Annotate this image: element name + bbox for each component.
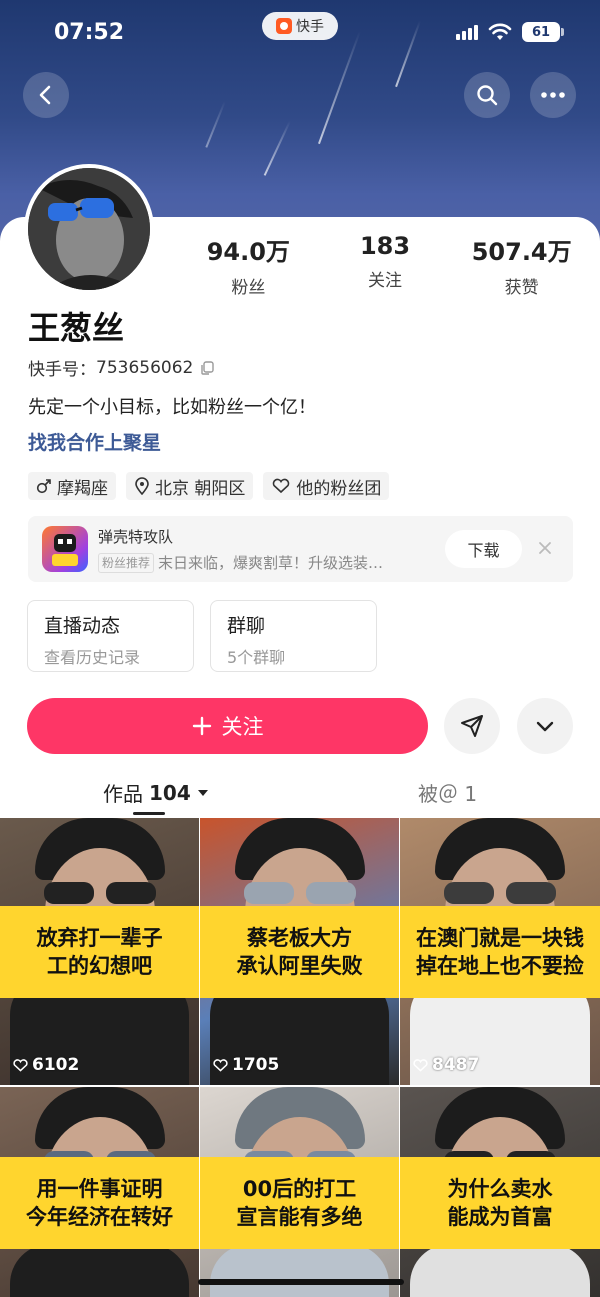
entry-title: 直播动态: [44, 615, 121, 637]
search-button[interactable]: [464, 72, 510, 118]
stat-followers[interactable]: 94.0万 粉丝: [180, 232, 317, 298]
copy-icon[interactable]: [199, 360, 215, 376]
location-icon: [135, 477, 149, 495]
search-icon: [477, 85, 498, 106]
kuaishou-id-label: 快手号：: [28, 360, 96, 380]
entry-subtitle: 5个群聊: [227, 648, 286, 667]
chevron-left-icon: [39, 85, 51, 105]
video-caption: 用一件事证明 今年经济在转好: [0, 1157, 199, 1249]
send-icon: [461, 715, 483, 737]
chevron-down-icon: [536, 721, 554, 732]
stat-label: 粉丝: [231, 278, 266, 298]
video-thumbnail[interactable]: 放弃打一辈子 工的幻想吧 6102: [0, 818, 199, 1085]
tag-location[interactable]: 北京 朝阳区: [126, 472, 254, 500]
profile-stats: 94.0万 粉丝 183 关注 507.4万 获赞: [180, 232, 590, 298]
profile-name: 王葱丝: [28, 309, 125, 347]
ad-description-row: 粉丝推荐 末日来临，爆爽割草！升级选装…: [98, 552, 383, 573]
tab-active-indicator: [133, 812, 165, 815]
video-thumbnail[interactable]: 在澳门就是一块钱 掉在地上也不要捡 8487: [400, 818, 600, 1085]
message-button[interactable]: [444, 698, 500, 754]
tab-works[interactable]: 作品 104: [103, 778, 209, 807]
status-time: 07:52: [54, 20, 125, 45]
heart-icon: [273, 478, 290, 494]
tag-label: 摩羯座: [57, 478, 108, 499]
tag-fan-club[interactable]: 他的粉丝团: [263, 472, 390, 500]
video-grid: 放弃打一辈子 工的幻想吧 6102 蔡老板大方 承认阿里失败 1705 在澳门就…: [0, 818, 600, 1297]
profile-bio: 先定一个小目标，比如粉丝一个亿！: [28, 397, 316, 418]
ad-download-button[interactable]: 下载: [445, 530, 522, 568]
tag-label: 他的粉丝团: [296, 478, 382, 499]
stat-label: 关注: [368, 271, 402, 291]
video-likes: 8487: [412, 1055, 479, 1075]
video-caption: 蔡老板大方 承认阿里失败: [200, 906, 399, 998]
tag-label: 北京 朝阳区: [155, 478, 246, 499]
back-button[interactable]: [23, 72, 69, 118]
heart-icon: [413, 1058, 428, 1072]
video-thumbnail[interactable]: 蔡老板大方 承认阿里失败 1705: [200, 818, 399, 1085]
entry-title: 群聊: [227, 615, 266, 637]
game-icon: [42, 526, 88, 572]
battery-icon: 61: [522, 22, 564, 42]
stat-label: 获赞: [504, 278, 539, 298]
male-icon: [36, 479, 51, 494]
tab-count: 104: [149, 780, 191, 805]
close-icon[interactable]: [535, 538, 555, 558]
kuaishou-id-value: 753656062: [96, 357, 194, 378]
tab-label: 作品: [103, 782, 143, 806]
profile-tags: 摩羯座 北京 朝阳区 他的粉丝团: [28, 472, 390, 500]
stat-value: 183: [359, 232, 411, 260]
app-name: 快手: [296, 19, 324, 35]
video-thumbnail[interactable]: 00后的打工 宣言能有多绝: [200, 1087, 399, 1297]
stat-likes[interactable]: 507.4万 获赞: [453, 232, 590, 298]
content-tabs: 作品 104 被＠ 1: [0, 774, 600, 816]
avatar[interactable]: [24, 164, 154, 294]
expand-button[interactable]: [517, 698, 573, 754]
group-chat-entry[interactable]: 群聊 5个群聊: [210, 600, 377, 672]
tag-zodiac[interactable]: 摩羯座: [28, 472, 116, 500]
cooperation-link[interactable]: 找我合作上聚星: [28, 428, 161, 455]
likes-count: 6102: [32, 1055, 80, 1075]
more-button[interactable]: [530, 72, 576, 118]
home-indicator[interactable]: [198, 1279, 404, 1285]
video-thumbnail[interactable]: 用一件事证明 今年经济在转好: [0, 1087, 199, 1297]
video-likes: 1705: [212, 1055, 279, 1075]
ad-badge: 粉丝推荐: [98, 552, 155, 573]
follow-button[interactable]: 关注: [27, 698, 428, 754]
ad-description: 末日来临，爆爽割草！升级选装…: [158, 554, 384, 572]
plus-icon: [192, 716, 211, 736]
kuaishou-id: 快手号： 753656062: [28, 355, 215, 380]
video-caption: 在澳门就是一块钱 掉在地上也不要捡: [400, 906, 600, 998]
likes-count: 1705: [232, 1055, 280, 1075]
caret-down-icon: [197, 789, 208, 796]
video-likes: 6102: [12, 1055, 79, 1075]
signal-icon: [456, 24, 478, 40]
stat-value: 507.4万: [471, 238, 572, 266]
kuaishou-logo-icon: [276, 18, 292, 34]
tab-mentioned[interactable]: 被＠ 1: [418, 778, 477, 807]
status-bar: 07:52 快手 61: [0, 0, 600, 64]
heart-icon: [13, 1058, 28, 1072]
avatar-image: [28, 168, 150, 290]
video-caption: 00后的打工 宣言能有多绝: [200, 1157, 399, 1249]
video-thumbnail[interactable]: 为什么卖水 能成为首富: [400, 1087, 600, 1297]
follow-label: 关注: [221, 715, 264, 739]
ad-title: 弹壳特攻队: [98, 528, 174, 546]
video-caption: 放弃打一辈子 工的幻想吧: [0, 906, 199, 998]
likes-count: 8487: [432, 1055, 480, 1075]
stat-value: 94.0万: [206, 238, 290, 266]
heart-icon: [213, 1058, 228, 1072]
video-caption: 为什么卖水 能成为首富: [400, 1157, 600, 1249]
system-icons: 61: [456, 22, 564, 42]
entry-subtitle: 查看历史记录: [44, 648, 141, 667]
live-history-entry[interactable]: 直播动态 查看历史记录: [27, 600, 194, 672]
app-indicator: 快手: [262, 12, 338, 40]
more-dots-icon: [541, 92, 565, 98]
stat-following[interactable]: 183 关注: [317, 232, 454, 298]
game-ad-banner[interactable]: 弹壳特攻队 粉丝推荐 末日来临，爆爽割草！升级选装… 下载: [28, 516, 573, 582]
wifi-icon: [488, 23, 512, 40]
